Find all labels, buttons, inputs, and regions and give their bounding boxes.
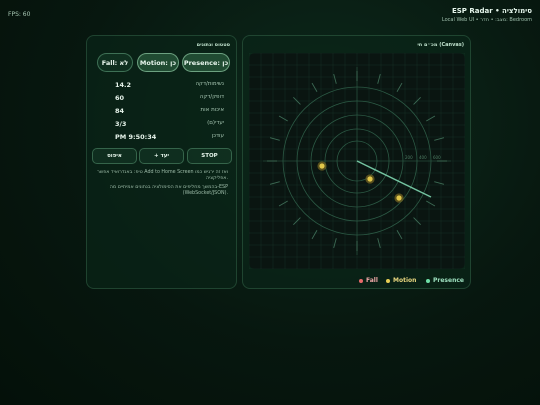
stat-row-breath: 14.2 נשימות/דקה [107, 81, 228, 93]
radar-tick [434, 137, 445, 141]
add-target-button[interactable]: + יעד [139, 148, 184, 164]
ring-label: 600 [433, 155, 441, 160]
signal-quality-label: איכות אות [200, 107, 224, 113]
fall-dot-icon [359, 278, 363, 283]
tip-add-home: טיפ: באנדרואיד אפשר Add to Home Screen ו… [97, 170, 228, 181]
heart-rate-label: דופק/דקה [199, 94, 224, 100]
radar-panel-title: מכ״ם חי (Canvas) [417, 42, 464, 48]
radar-tick [377, 238, 381, 249]
ring-label: 400 [419, 155, 427, 160]
radar-tick [278, 200, 288, 207]
radar-ring-labels: 200 400 600 [405, 155, 441, 160]
radar-tick [311, 230, 318, 240]
status-panel: סטטוס ונתונים Presence: כן Motion: כן Fa… [86, 35, 237, 289]
status-panel-title: סטטוס ונתונים [196, 42, 230, 48]
target-marker [319, 163, 325, 169]
signal-quality-value: 84 [115, 107, 125, 115]
fall-pill: Fall: לא [97, 53, 133, 72]
radar-tick [311, 82, 318, 92]
radar-tick [333, 238, 337, 249]
radar-tick [426, 115, 436, 122]
target-marker [396, 195, 402, 201]
presence-dot-icon [426, 278, 430, 283]
radar-tick [426, 200, 436, 207]
motion-pill: Motion: כן [137, 53, 179, 72]
app-title: ESP Radar • סימולציה [451, 7, 532, 15]
radar-tick [434, 181, 445, 185]
app-subtitle: Local Web UI • מצב: • חדר: Bedroom [441, 17, 532, 23]
updated-label: עודכן [211, 133, 224, 139]
radar-tick [278, 115, 288, 122]
radar-canvas[interactable]: 200 400 600 [249, 53, 465, 269]
legend-fall: Fall [359, 277, 378, 284]
radar-panel: מכ״ם חי (Canvas) 200 400 600 Presence Moti… [242, 35, 471, 289]
motion-dot-icon [386, 278, 390, 283]
stop-button[interactable]: STOP [187, 148, 232, 164]
targets-value: 3/3 [115, 120, 127, 128]
legend-presence: Presence [426, 277, 464, 284]
fps-counter: FPS: 60 [8, 11, 31, 18]
legend-motion-label: Motion [393, 277, 417, 284]
stat-row-updated: PM 9:50:34 עודכן [107, 133, 228, 145]
stat-row-heart-rate: 60 דופק/דקה [107, 94, 228, 106]
radar-tick [396, 82, 403, 92]
breath-label: נשימות/דקה [195, 81, 224, 87]
target-marker [367, 176, 373, 182]
stat-row-signal-quality: 84 איכות אות [107, 107, 228, 119]
radar-tick [269, 137, 280, 141]
radar-tick [396, 230, 403, 240]
radar-tick [333, 73, 337, 84]
radar-tick [269, 181, 280, 185]
tip-esp-data: בהמשך מחליפים את הסימולציה בנתונים אמיתי… [109, 185, 228, 196]
radar-targets [317, 161, 404, 203]
targets-label: יעדי(ם) [207, 120, 224, 126]
updated-value: PM 9:50:34 [115, 133, 157, 141]
presence-pill: Presence: כן [182, 53, 230, 72]
legend-motion: Motion [386, 277, 416, 284]
ring-label: 200 [405, 155, 413, 160]
legend-fall-label: Fall [366, 277, 378, 284]
breath-value: 14.2 [115, 81, 132, 89]
reset-button[interactable]: איפוס [92, 148, 137, 164]
radar-svg: 200 400 600 [249, 53, 465, 269]
legend-presence-label: Presence [433, 277, 464, 284]
radar-tick [377, 73, 381, 84]
stat-row-targets: 3/3 יעדי(ם) [107, 120, 228, 132]
heart-rate-value: 60 [115, 94, 125, 102]
